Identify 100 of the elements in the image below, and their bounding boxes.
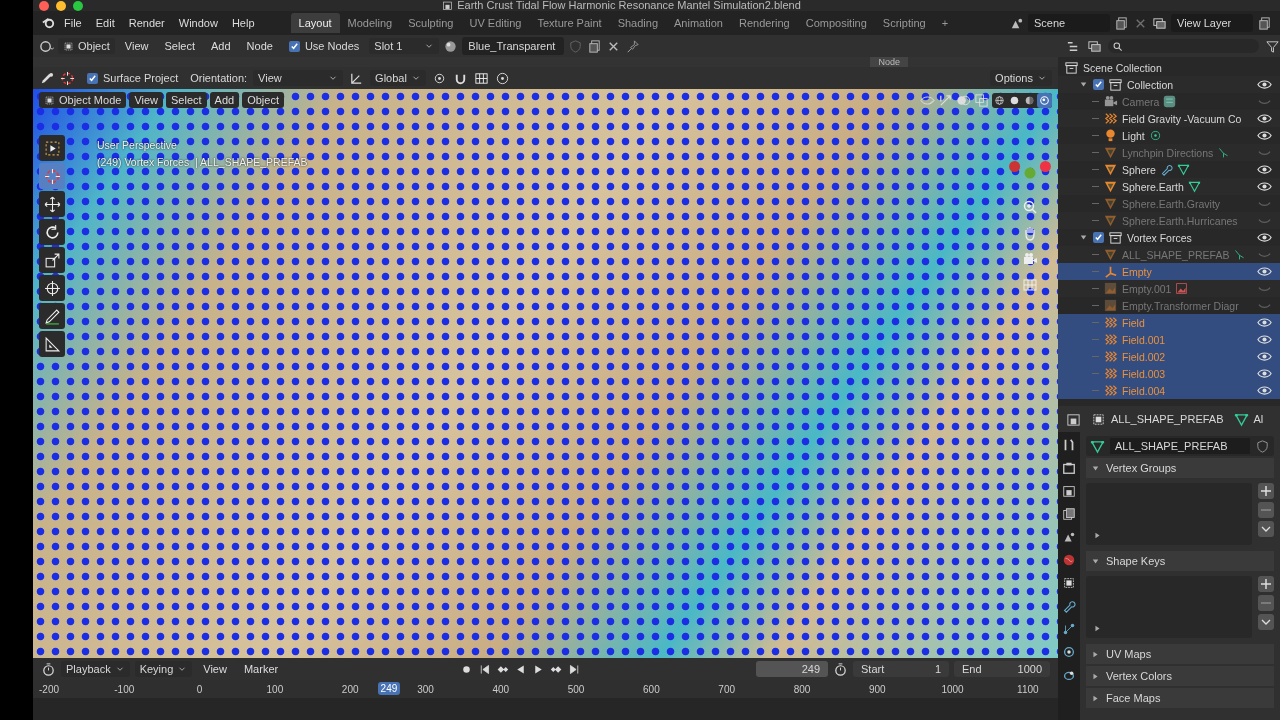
- panel-header[interactable]: Vertex Colors: [1086, 666, 1274, 686]
- panel-tab[interactable]: Node: [870, 57, 908, 67]
- workspace-tab[interactable]: Rendering: [730, 13, 798, 33]
- object-icon[interactable]: [1062, 576, 1076, 590]
- toolbar-button[interactable]: [39, 135, 65, 161]
- transform-dropdown[interactable]: Global: [370, 70, 426, 86]
- panel-header[interactable]: Shape Keys: [1086, 551, 1274, 571]
- panel-header[interactable]: UV Maps: [1086, 644, 1274, 664]
- outliner-item[interactable]: Vortex Forces: [1127, 231, 1192, 244]
- menu-item[interactable]: Node: [240, 37, 279, 55]
- modifier-icon[interactable]: [1062, 599, 1076, 613]
- mesh-data-icon[interactable]: [1187, 180, 1201, 193]
- options-dropdown[interactable]: Options: [990, 70, 1052, 86]
- mode-dropdown[interactable]: Object Mode: [39, 92, 127, 108]
- timer-icon[interactable]: [833, 661, 848, 677]
- eye-icon[interactable]: [1257, 332, 1272, 347]
- menu-item[interactable]: Window: [172, 14, 224, 32]
- slot-dropdown[interactable]: Slot 1: [369, 38, 440, 54]
- workspace-tab[interactable]: Scripting: [874, 13, 934, 33]
- disclosure-icon[interactable]: [1078, 79, 1089, 90]
- vertex-data-icon[interactable]: [1217, 146, 1231, 159]
- add-icon[interactable]: [1258, 483, 1274, 499]
- hand-icon[interactable]: [1022, 225, 1038, 241]
- fake-user-icon[interactable]: [1255, 438, 1270, 454]
- eye-icon[interactable]: [1257, 162, 1272, 177]
- menu-icon[interactable]: [1258, 521, 1274, 537]
- end-frame-field[interactable]: End 1000: [954, 661, 1050, 677]
- menu-dropdown[interactable]: Keying: [134, 661, 193, 677]
- menu-item[interactable]: File: [58, 14, 88, 32]
- window-control[interactable]: [73, 0, 83, 11]
- outliner-item[interactable]: Field Gravity -Vacuum Co: [1122, 112, 1242, 125]
- editor-type-icon[interactable]: [39, 38, 54, 54]
- outliner-item[interactable]: Field: [1122, 316, 1145, 329]
- start-frame-field[interactable]: Start 1: [853, 661, 949, 677]
- menu-item[interactable]: View: [129, 92, 164, 108]
- object-dropdown[interactable]: Object: [58, 38, 115, 54]
- snap-target-icon[interactable]: [473, 70, 489, 86]
- eye-icon[interactable]: [1257, 264, 1272, 279]
- eye-icon[interactable]: [1257, 366, 1272, 381]
- toolbar-button[interactable]: [39, 331, 65, 357]
- expand-icon[interactable]: [1092, 623, 1103, 634]
- view-layer-icon[interactable]: [1087, 38, 1102, 54]
- playhead[interactable]: 249: [377, 682, 401, 695]
- new-scene-icon[interactable]: [1114, 15, 1129, 31]
- blender-logo-icon[interactable]: [41, 15, 56, 31]
- eye-icon[interactable]: [1257, 230, 1272, 245]
- outliner-item[interactable]: Scene Collection: [1083, 61, 1162, 74]
- grid-icon[interactable]: [1022, 277, 1038, 293]
- view-layer-field[interactable]: View Layer: [1171, 14, 1253, 32]
- new-layer-icon[interactable]: [1257, 15, 1272, 31]
- mesh-data-icon[interactable]: [1176, 163, 1190, 176]
- use-nodes-checkbox[interactable]: [288, 40, 300, 52]
- eye-icon[interactable]: [1257, 383, 1272, 398]
- workspace-tab[interactable]: Texture Paint: [529, 13, 610, 33]
- disclosure-icon[interactable]: [1078, 232, 1089, 243]
- modifier-icon[interactable]: [1159, 163, 1173, 176]
- toolbar-button[interactable]: [39, 275, 65, 301]
- panel-header[interactable]: Face Maps: [1086, 688, 1274, 708]
- outliner-item[interactable]: Light: [1122, 129, 1145, 142]
- menu-item[interactable]: Add: [209, 92, 240, 108]
- outliner-item[interactable]: Field.002: [1122, 350, 1166, 363]
- workspace-tab[interactable]: Layout: [290, 13, 340, 33]
- workspace-tab[interactable]: UV Editing: [461, 13, 530, 33]
- outliner-item[interactable]: Collection: [1127, 78, 1174, 91]
- add-icon[interactable]: [1258, 576, 1274, 592]
- search-field[interactable]: [1108, 39, 1259, 53]
- light-data-icon[interactable]: [1148, 129, 1162, 142]
- particles-icon[interactable]: [1062, 622, 1076, 636]
- surface-project-checkbox[interactable]: [87, 72, 98, 84]
- menu-item[interactable]: View: [118, 37, 155, 55]
- output-icon[interactable]: [1062, 484, 1076, 498]
- material-icon[interactable]: [443, 38, 459, 54]
- menu-item[interactable]: Edit: [89, 14, 121, 32]
- eye-icon[interactable]: [1257, 128, 1272, 143]
- add-workspace-button[interactable]: +: [933, 13, 957, 33]
- workspace-tab[interactable]: Animation: [666, 13, 731, 33]
- eye-icon[interactable]: [1257, 349, 1272, 364]
- menu-item[interactable]: Marker: [237, 660, 285, 678]
- duplicate-icon[interactable]: [587, 38, 603, 54]
- workspace-tab[interactable]: Shading: [609, 13, 667, 33]
- menu-item[interactable]: View: [197, 660, 233, 678]
- outliner-item[interactable]: Sphere.Earth: [1122, 180, 1184, 193]
- proportional-icon[interactable]: [494, 70, 510, 86]
- outliner-item[interactable]: Empty: [1122, 265, 1152, 278]
- menu-item[interactable]: Add: [205, 37, 237, 55]
- menu-dropdown[interactable]: Playback: [61, 661, 130, 677]
- toolbar-button[interactable]: [39, 191, 65, 217]
- jump-end-icon[interactable]: [567, 662, 581, 676]
- scene-icon[interactable]: [1062, 530, 1076, 544]
- eye-icon[interactable]: [1257, 179, 1272, 194]
- collection-checkbox[interactable]: [1093, 232, 1104, 243]
- workspace-tab[interactable]: Modeling: [339, 13, 401, 33]
- window-control[interactable]: [56, 0, 66, 11]
- toolbar-button[interactable]: [39, 219, 65, 245]
- editor-type-icon[interactable]: [41, 661, 56, 677]
- outliner-item[interactable]: Field.001: [1122, 333, 1166, 346]
- outliner-item[interactable]: Sphere: [1122, 163, 1156, 176]
- filter-icon[interactable]: [1265, 38, 1280, 54]
- current-frame-field[interactable]: 249: [756, 661, 828, 677]
- menu-icon[interactable]: [1258, 614, 1274, 630]
